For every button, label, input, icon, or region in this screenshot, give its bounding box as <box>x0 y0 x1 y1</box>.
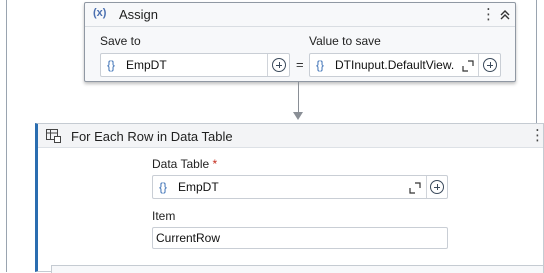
variable-brace-icon: {} <box>159 180 168 194</box>
plus-circle-icon[interactable] <box>483 58 497 72</box>
plus-circle-icon[interactable] <box>272 58 286 72</box>
expand-editor-icon[interactable] <box>462 60 474 72</box>
field-divider <box>426 176 427 198</box>
for-each-row-activity[interactable]: For Each Row in Data Table ⋮ Data Table … <box>35 123 544 272</box>
data-table-value[interactable]: EmpDT <box>178 180 219 194</box>
save-to-field[interactable]: {} EmpDT <box>100 53 290 77</box>
value-to-save-value[interactable]: DTInuput.DefaultView. <box>335 58 454 72</box>
double-chevron-up-icon[interactable] <box>498 8 512 22</box>
field-divider <box>267 54 268 76</box>
sequence-border-left <box>6 0 7 272</box>
save-to-label: Save to <box>100 34 141 48</box>
item-value[interactable]: CurrentRow <box>156 231 220 245</box>
data-table-field[interactable]: {} EmpDT <box>152 175 448 199</box>
assign-activity[interactable]: (x) Assign ⋮ Save to Value to save {} Em… <box>84 2 516 82</box>
kebab-menu-icon[interactable]: ⋮ <box>481 7 496 22</box>
assign-title: Assign <box>119 7 159 22</box>
item-label: Item <box>152 209 176 223</box>
flow-arrow-icon <box>293 112 303 120</box>
for-each-title: For Each Row in Data Table <box>71 129 233 144</box>
variable-x-icon: (x) <box>93 7 107 19</box>
field-divider <box>478 54 479 76</box>
expand-editor-icon[interactable] <box>409 182 421 194</box>
value-to-save-field[interactable]: {} DTInuput.DefaultView. <box>309 53 501 77</box>
variable-brace-icon: {} <box>316 58 325 72</box>
assign-header[interactable]: (x) Assign ⋮ <box>85 3 515 27</box>
item-field[interactable]: CurrentRow <box>152 227 448 249</box>
data-table-label-text: Data Table <box>152 157 210 171</box>
plus-circle-icon[interactable] <box>430 180 444 194</box>
data-table-icon <box>46 129 61 143</box>
sequence-border-right <box>536 0 537 123</box>
kebab-menu-icon[interactable]: ⋮ <box>530 128 544 143</box>
flow-connector <box>298 82 299 114</box>
data-table-label: Data Table * <box>152 157 217 171</box>
save-to-value[interactable]: EmpDT <box>126 58 167 72</box>
required-mark: * <box>212 157 218 171</box>
variable-brace-icon: {} <box>107 58 116 72</box>
for-each-header[interactable]: For Each Row in Data Table ⋮ <box>38 124 544 148</box>
value-to-save-label: Value to save <box>309 34 381 48</box>
equals-sign: = <box>296 57 304 72</box>
